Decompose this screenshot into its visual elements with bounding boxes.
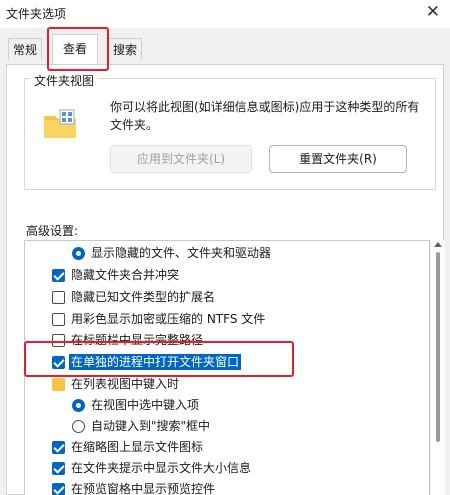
list-item-label: 隐藏文件夹合并冲突: [71, 268, 180, 282]
list-item[interactable]: 隐藏已知文件类型的扩展名: [25, 287, 429, 307]
close-icon[interactable]: ✕: [426, 2, 440, 22]
list-item[interactable]: 显示隐藏的文件、文件夹和驱动器: [25, 243, 429, 263]
list-item-label: 显示隐藏的文件、文件夹和驱动器: [91, 246, 272, 260]
list-item-label: 自动键入到"搜索"框中: [91, 419, 211, 433]
advanced-settings-label: 高级设置:: [26, 224, 79, 238]
radio-button[interactable]: [72, 399, 85, 412]
tab-search[interactable]: 搜索: [108, 38, 143, 60]
list-item[interactable]: 自动键入到"搜索"框中: [25, 416, 429, 436]
folder-views-description: 你可以将此视图(如详细信息或图标)应用于这种类型的所有文件夹。: [110, 100, 420, 132]
checkbox[interactable]: [52, 291, 65, 304]
apply-to-folders-button[interactable]: 应用到文件夹(L): [110, 145, 252, 173]
list-item-label: 隐藏已知文件类型的扩展名: [71, 290, 216, 304]
checkbox[interactable]: [52, 313, 65, 326]
checkbox[interactable]: [52, 483, 65, 495]
scroll-up-icon[interactable]: [434, 242, 442, 247]
annotation-box-separate-process: [24, 341, 294, 377]
list-item[interactable]: 在预览窗格中显示预览控件: [25, 479, 429, 495]
folder-views-group: [24, 78, 436, 190]
reset-folders-button[interactable]: 重置文件夹(R): [269, 145, 407, 173]
list-item[interactable]: 用彩色显示加密或压缩的 NTFS 文件: [25, 309, 429, 329]
window-title: 文件夹选项: [6, 7, 67, 21]
scrollbar-thumb[interactable]: [436, 252, 440, 442]
list-item[interactable]: 在列表视图中键入时: [25, 374, 429, 394]
radio-button[interactable]: [72, 247, 85, 260]
title-bar: 文件夹选项 ✕: [0, 0, 450, 28]
checkbox[interactable]: [52, 441, 65, 454]
list-item[interactable]: 隐藏文件夹合并冲突: [25, 265, 429, 285]
radio-button[interactable]: [72, 420, 85, 433]
folder-icon: [52, 378, 65, 391]
list-item-label: 用彩色显示加密或压缩的 NTFS 文件: [71, 312, 266, 326]
list-item-label: 在预览窗格中显示预览控件: [71, 482, 216, 495]
tab-general[interactable]: 常规: [8, 38, 43, 60]
vertical-scrollbar[interactable]: [430, 240, 445, 495]
checkbox[interactable]: [52, 462, 65, 475]
folder-view-icon: [44, 109, 76, 138]
list-item-label: 在列表视图中键入时: [71, 377, 180, 391]
checkbox[interactable]: [52, 269, 65, 282]
list-item[interactable]: 在文件夹提示中显示文件大小信息: [25, 458, 429, 478]
list-item-label: 在缩略图上显示文件图标: [71, 440, 204, 454]
list-item-label: 在文件夹提示中显示文件大小信息: [71, 461, 252, 475]
folder-views-label: 文件夹视图: [30, 72, 99, 89]
list-item[interactable]: 在缩略图上显示文件图标: [25, 437, 429, 457]
annotation-box-view-tab: [47, 27, 109, 71]
list-item-label: 在视图中选中键入项: [91, 398, 200, 412]
list-item[interactable]: 在视图中选中键入项: [25, 395, 429, 415]
